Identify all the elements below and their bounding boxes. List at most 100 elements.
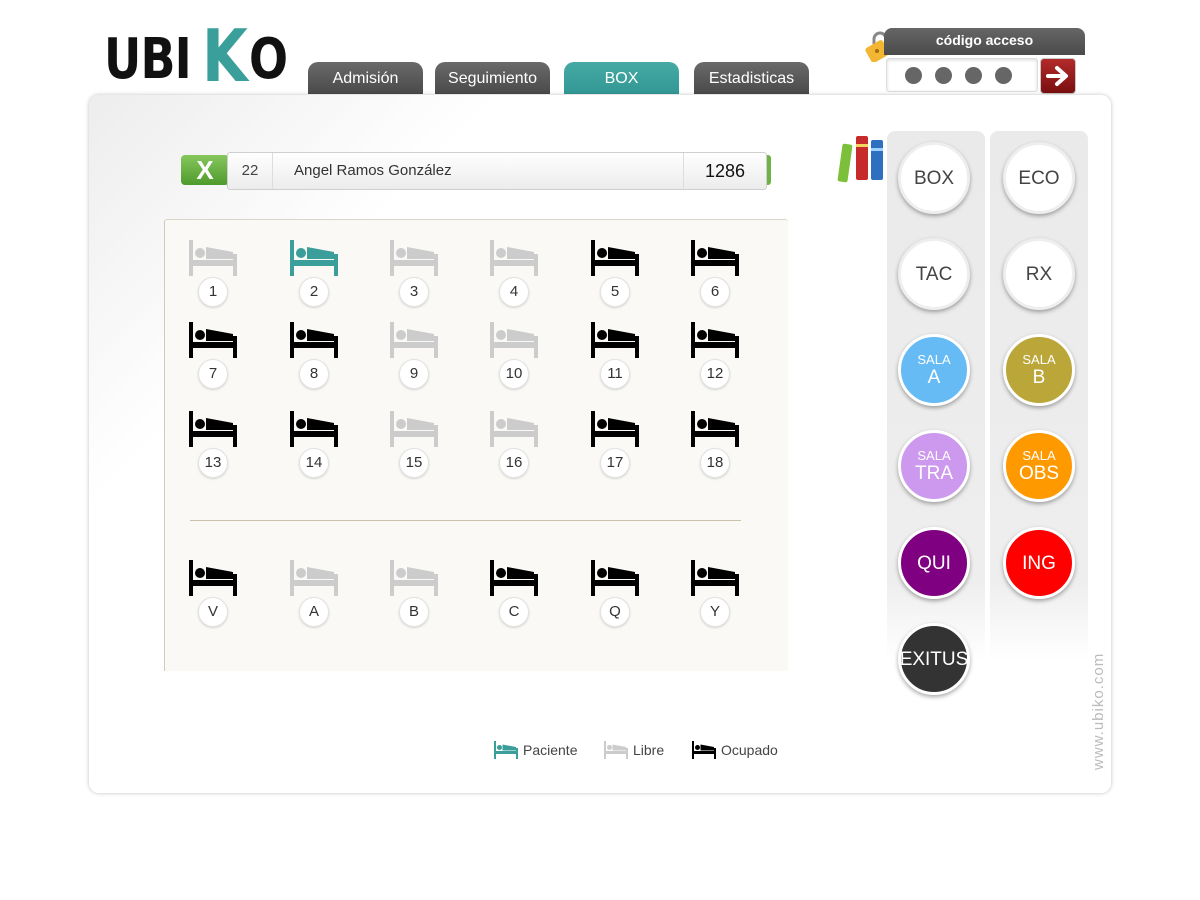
bed-icon (692, 741, 716, 759)
code-dot (995, 67, 1012, 84)
bed-number-badge: 15 (399, 448, 429, 478)
bed-icon (591, 240, 639, 276)
access-code-title: código acceso (884, 28, 1085, 55)
bed-number-badge: 12 (700, 359, 730, 389)
bed-1[interactable]: 1 (183, 240, 243, 310)
tab-admision[interactable]: Admisión (308, 62, 423, 94)
bed-icon (490, 411, 538, 447)
location-label: RX (1025, 263, 1053, 285)
bed-grid: 1 2 3 4 5 6 7 8 9 10 11 12 13 14 15 16 17 18 V A B C Q Y (164, 219, 788, 671)
location-ing-button[interactable]: ING (1003, 527, 1075, 599)
access-code-panel: código acceso (884, 28, 1085, 96)
bed-number-badge: 2 (299, 277, 329, 307)
location-eco-button[interactable]: ECO (1003, 142, 1075, 214)
location-label: EXITUS (899, 648, 969, 670)
bed-icon (290, 560, 338, 596)
bed-icon (189, 240, 237, 276)
ubiko-logo: UBI K O (104, 14, 295, 98)
location-label: ECO (1018, 167, 1060, 189)
bed-number-badge: Y (700, 597, 730, 627)
bed-16[interactable]: 16 (484, 411, 544, 481)
bed-number-badge: 13 (198, 448, 228, 478)
bed-icon (591, 322, 639, 358)
location-label: ING (1022, 552, 1056, 574)
bed-8[interactable]: 8 (284, 322, 344, 392)
location-small-label: SALA (1022, 447, 1056, 463)
bed-icon (390, 411, 438, 447)
books-icon[interactable] (836, 134, 888, 186)
bed-18[interactable]: 18 (685, 411, 745, 481)
bed-10[interactable]: 10 (484, 322, 544, 392)
bed-icon (490, 560, 538, 596)
bed-13[interactable]: 13 (183, 411, 243, 481)
bed-6[interactable]: 6 (685, 240, 745, 310)
bed-icon (591, 411, 639, 447)
bed-Y[interactable]: Y (685, 560, 745, 630)
bed-7[interactable]: 7 (183, 322, 243, 392)
bed-V[interactable]: V (183, 560, 243, 630)
bed-icon (189, 322, 237, 358)
bed-number-badge: 18 (700, 448, 730, 478)
location-label: BOX (913, 167, 955, 189)
legend-patient: Paciente (494, 740, 577, 760)
arrow-right-icon (1046, 66, 1068, 86)
legend-occupied: Ocupado (692, 740, 778, 760)
bed-12[interactable]: 12 (685, 322, 745, 392)
tab-box[interactable]: BOX (564, 62, 679, 94)
location-qui-button[interactable]: QUI (898, 527, 970, 599)
bed-number-badge: 4 (499, 277, 529, 307)
location-exitus-button[interactable]: EXITUS (898, 623, 970, 695)
bed-9[interactable]: 9 (384, 322, 444, 392)
access-submit-button[interactable] (1040, 58, 1076, 94)
bed-icon (691, 240, 739, 276)
bed-number-badge: 6 (700, 277, 730, 307)
legend-free: Libre (604, 740, 664, 760)
bed-2[interactable]: 2 (284, 240, 344, 310)
location-small-label: SALA (1022, 351, 1056, 367)
location-label: TAC (915, 263, 953, 285)
logo-text-ubi: UBI (104, 27, 192, 92)
location-label: B (1032, 366, 1046, 388)
bed-number-badge: 14 (299, 448, 329, 478)
bed-14[interactable]: 14 (284, 411, 344, 481)
bed-3[interactable]: 3 (384, 240, 444, 310)
tab-seguimiento[interactable]: Seguimiento (435, 62, 550, 94)
location-small-label: SALA (917, 351, 951, 367)
bed-A[interactable]: A (284, 560, 344, 630)
logo-text-k: K (202, 14, 248, 98)
location-rx-button[interactable]: RX (1003, 238, 1075, 310)
location-label: QUI (917, 552, 951, 574)
legend-occupied-label: Ocupado (721, 742, 778, 758)
patient-box-number: 22 (228, 153, 273, 189)
bed-B[interactable]: B (384, 560, 444, 630)
location-tra-button[interactable]: SALA TRA (898, 430, 970, 502)
patient-name: Angel Ramos González (294, 162, 452, 179)
bed-5[interactable]: 5 (585, 240, 645, 310)
location-tac-button[interactable]: TAC (898, 238, 970, 310)
bed-icon (390, 322, 438, 358)
bed-number-badge: 9 (399, 359, 429, 389)
bed-Q[interactable]: Q (585, 560, 645, 630)
tab-estadisticas[interactable]: Estadisticas (694, 62, 809, 94)
bed-number-badge: 10 (499, 359, 529, 389)
bed-icon (691, 322, 739, 358)
bed-4[interactable]: 4 (484, 240, 544, 310)
watermark: www.ubiko.com (1090, 652, 1107, 770)
bed-11[interactable]: 11 (585, 322, 645, 392)
location-b-button[interactable]: SALA B (1003, 334, 1075, 406)
logo-text-o: O (248, 27, 288, 92)
bed-number-badge: 3 (399, 277, 429, 307)
access-code-input[interactable] (886, 58, 1038, 92)
location-box-button[interactable]: BOX (898, 142, 970, 214)
bed-icon (490, 240, 538, 276)
bed-icon (189, 560, 237, 596)
bed-icon (390, 560, 438, 596)
bed-15[interactable]: 15 (384, 411, 444, 481)
bed-17[interactable]: 17 (585, 411, 645, 481)
bed-C[interactable]: C (484, 560, 544, 630)
location-label: TRA (915, 462, 953, 484)
bed-number-badge: C (499, 597, 529, 627)
clear-patient-button[interactable]: X (181, 155, 229, 185)
location-obs-button[interactable]: SALA OBS (1003, 430, 1075, 502)
location-a-button[interactable]: SALA A (898, 334, 970, 406)
